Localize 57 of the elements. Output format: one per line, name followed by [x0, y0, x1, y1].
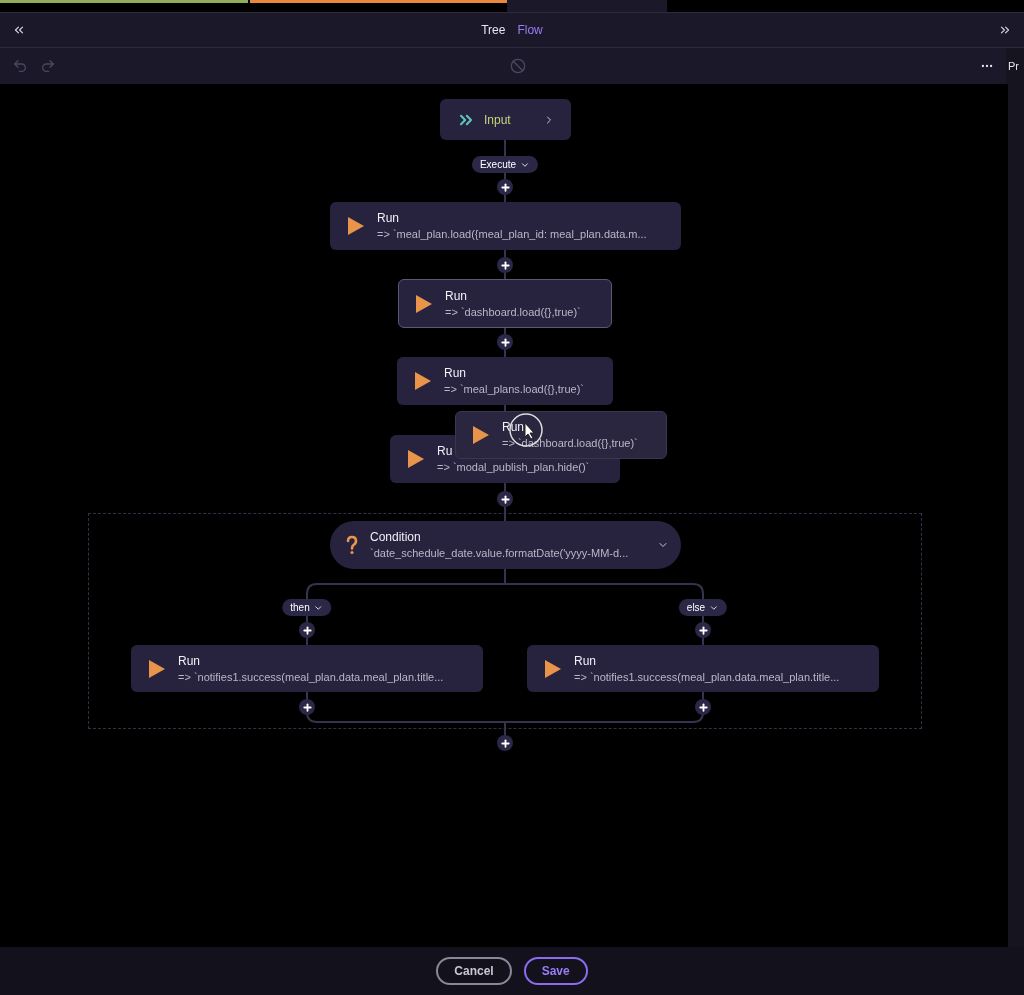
- node-title: Run: [178, 652, 201, 669]
- add-step-button[interactable]: [497, 257, 513, 273]
- question-icon: [346, 535, 358, 555]
- play-icon: [414, 371, 432, 391]
- run-node[interactable]: Run => `meal_plans.load({},true)`: [397, 357, 613, 405]
- run-node[interactable]: Run => `notifies1.success(meal_plan.data.meal_plan.title...: [131, 645, 483, 692]
- plus-icon: [499, 737, 511, 749]
- node-title: Run: [377, 210, 400, 226]
- branch-dropdown[interactable]: then: [282, 599, 332, 616]
- add-step-button[interactable]: [497, 334, 513, 350]
- view-tab[interactable]: Flow: [517, 21, 543, 39]
- save-button[interactable]: Save: [523, 957, 588, 985]
- run-node[interactable]: Run => `notifies1.success(meal_plan.data.meal_plan.title...: [527, 645, 879, 692]
- input-node[interactable]: Input: [440, 99, 571, 140]
- view-tab[interactable]: Tree: [481, 21, 506, 39]
- add-step-button[interactable]: [299, 622, 315, 638]
- node-code: => `meal_plans.load({},true)`: [444, 382, 585, 397]
- play-icon: [148, 658, 166, 679]
- add-step-button[interactable]: [497, 179, 513, 195]
- node-code: => `modal_publish_plan.hide()`: [437, 460, 590, 475]
- panel-label: Pr: [1008, 58, 1019, 74]
- plus-icon: [499, 493, 511, 505]
- play-icon: [415, 293, 433, 314]
- plus-icon: [499, 336, 511, 348]
- node-code: => `notifies1.success(meal_plan.data.meal_plan.title...: [574, 669, 840, 685]
- collapse-icon[interactable]: [12, 23, 26, 37]
- node-title: Run: [574, 652, 597, 669]
- node-code: => `notifies1.success(meal_plan.data.meal_plan.title...: [178, 669, 444, 685]
- node-code: => `meal_plan.load({meal_plan_id: meal_plan.data.m...: [377, 227, 647, 242]
- run-node[interactable]: Run => `meal_plan.load({meal_plan_id: meal_plan.data.m...: [330, 202, 681, 250]
- plus-icon: [499, 181, 511, 193]
- play-icon: [472, 425, 490, 445]
- node-code: `date_schedule_date.value.formatDate('yyyy-MM-d...: [370, 546, 630, 561]
- node-title: Run: [444, 365, 467, 381]
- plus-icon: [499, 259, 511, 271]
- expand-icon[interactable]: [998, 23, 1012, 37]
- play-icon: [544, 658, 562, 679]
- add-step-button[interactable]: [497, 735, 513, 751]
- run-node[interactable]: Run => `dashboard.load({},true)`: [398, 279, 612, 328]
- trigger-dropdown[interactable]: Execute: [471, 156, 539, 173]
- cancel-button[interactable]: Cancel: [436, 957, 512, 985]
- play-icon: [347, 216, 365, 236]
- add-step-button[interactable]: [299, 699, 315, 715]
- plus-icon: [301, 624, 313, 636]
- condition-node[interactable]: Condition `date_schedule_date.value.formatDate('yyyy-MM-d...: [330, 521, 681, 569]
- add-step-button[interactable]: [695, 622, 711, 638]
- plus-icon: [697, 701, 709, 713]
- node-code: => `dashboard.load({},true)`: [445, 304, 581, 320]
- branch-dropdown[interactable]: else: [678, 599, 728, 616]
- plus-icon: [301, 701, 313, 713]
- plus-icon: [697, 624, 709, 636]
- node-title: Run: [445, 287, 468, 304]
- add-step-button[interactable]: [497, 491, 513, 507]
- node-title: Condition: [370, 529, 422, 545]
- add-step-button[interactable]: [695, 699, 711, 715]
- node-title: Input: [484, 111, 512, 129]
- play-icon: [407, 449, 425, 469]
